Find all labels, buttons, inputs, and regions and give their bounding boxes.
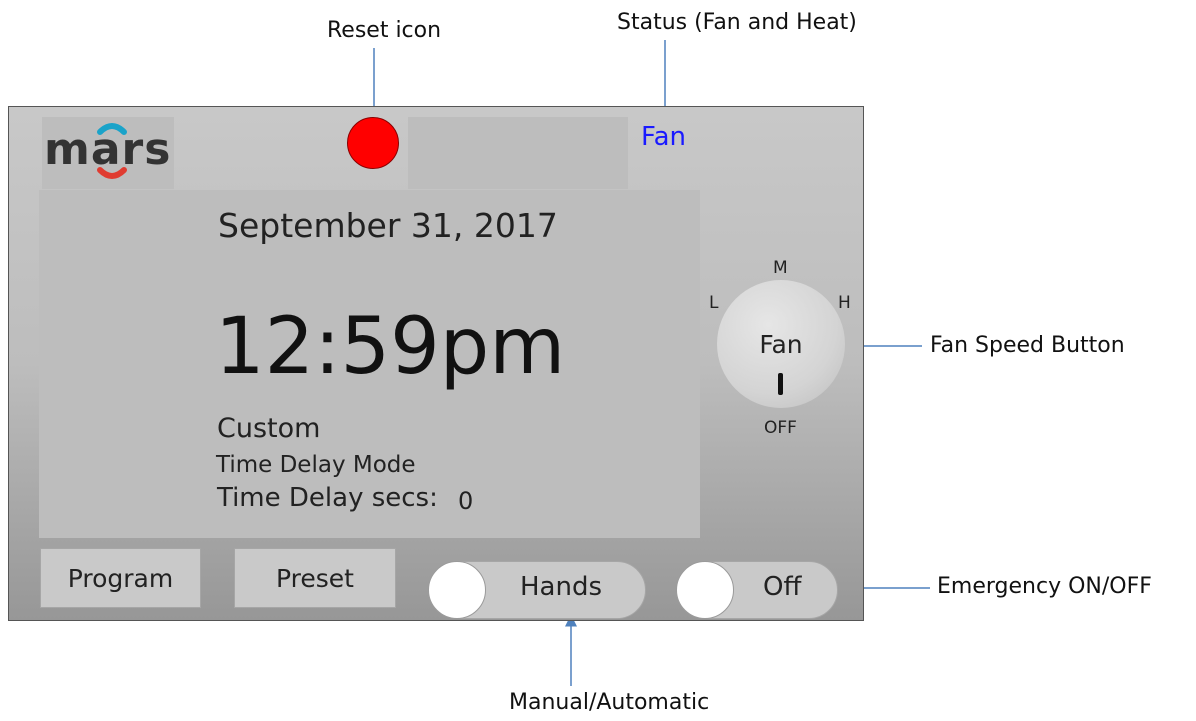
- dial-low-label: L: [709, 293, 719, 313]
- time-display: 12:59pm: [215, 302, 566, 392]
- status-panel: [408, 117, 628, 189]
- time-delay-label: Time Delay secs:: [217, 483, 438, 513]
- callout-reset-icon: Reset icon: [327, 18, 442, 43]
- dial-medium-label: M: [773, 258, 788, 278]
- dial-off-label: OFF: [764, 418, 797, 438]
- reset-button[interactable]: [347, 117, 399, 169]
- mode-label: Custom: [217, 413, 321, 444]
- time-delay-value: 0: [458, 487, 474, 515]
- date-display: September 31, 2017: [218, 206, 558, 245]
- emergency-label: Off: [763, 572, 802, 602]
- callout-fan-speed: Fan Speed Button: [930, 333, 1125, 358]
- preset-button[interactable]: Preset: [234, 548, 396, 608]
- dial-high-label: H: [838, 293, 851, 313]
- callout-emergency: Emergency ON/OFF: [937, 574, 1152, 599]
- callout-status: Status (Fan and Heat): [617, 10, 857, 35]
- logo: mars: [44, 124, 172, 175]
- dial-pointer-icon: [778, 373, 783, 395]
- submode-label: Time Delay Mode: [216, 452, 416, 478]
- status-text: Fan: [641, 122, 686, 152]
- fan-dial-label: Fan: [759, 330, 803, 359]
- toggle-knob: [676, 561, 734, 619]
- toggle-knob: [428, 561, 486, 619]
- manual-automatic-label: Hands: [520, 572, 603, 602]
- callout-manual-automatic: Manual/Automatic: [509, 690, 710, 715]
- program-button[interactable]: Program: [40, 548, 201, 608]
